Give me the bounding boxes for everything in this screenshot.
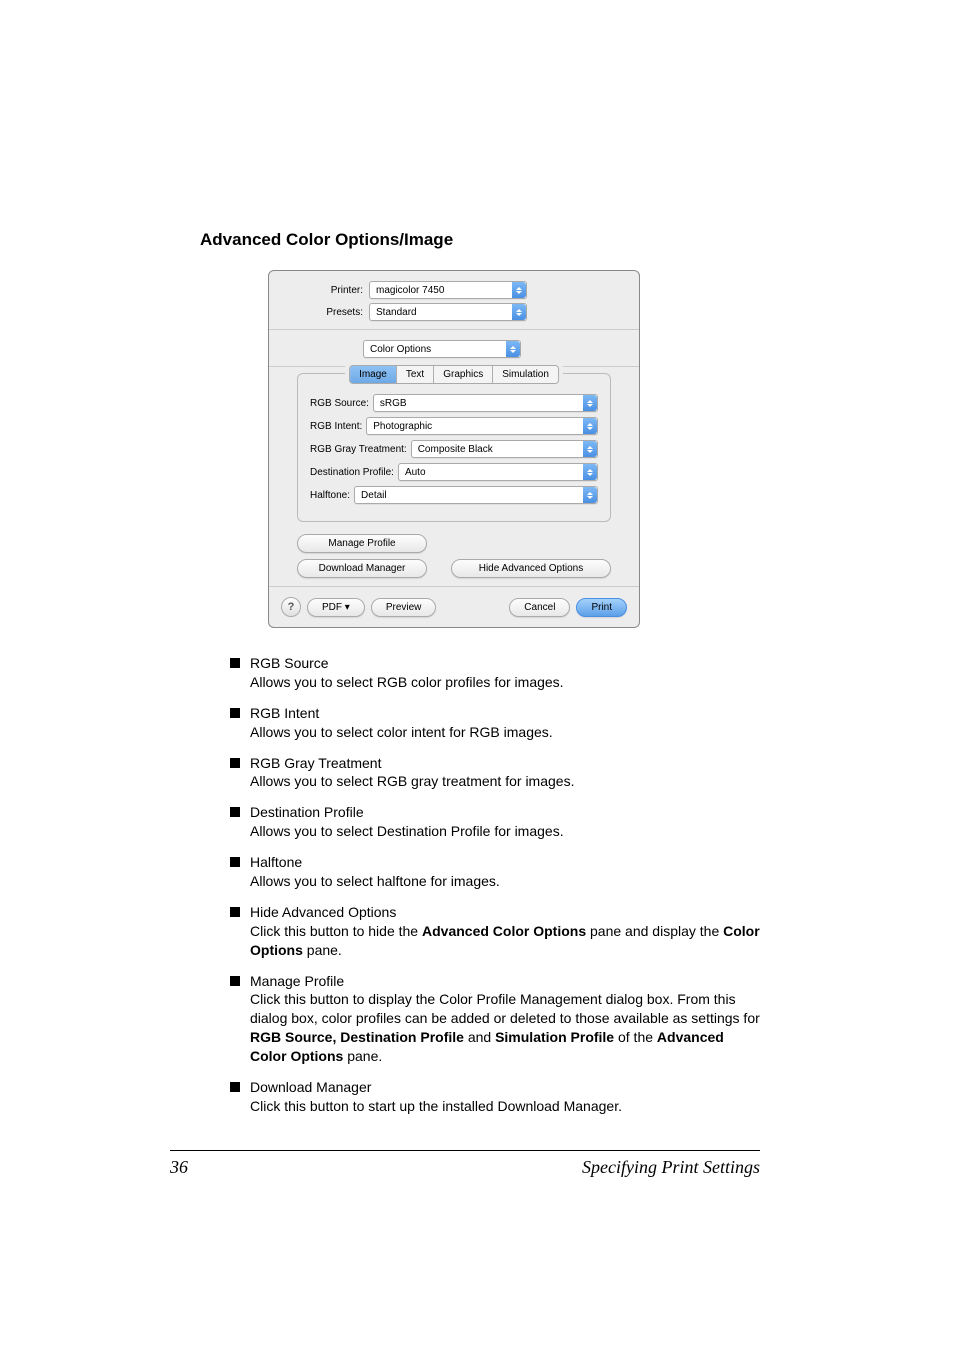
section-heading: Advanced Color Options/Image xyxy=(200,230,760,250)
term: Download Manager xyxy=(250,1078,760,1097)
rgb-source-label: RGB Source: xyxy=(310,398,373,409)
chevron-updown-icon xyxy=(512,282,526,298)
term: RGB Source xyxy=(250,654,760,673)
print-button[interactable]: Print xyxy=(576,598,627,617)
destination-profile-label: Destination Profile: xyxy=(310,467,398,478)
bold: RGB Source, Destination Profile xyxy=(250,1029,464,1045)
download-manager-button[interactable]: Download Manager xyxy=(297,559,427,578)
tab-text[interactable]: Text xyxy=(397,366,434,383)
rgb-intent-select[interactable]: Photographic xyxy=(366,417,598,435)
list-item: Hide Advanced Options Click this button … xyxy=(230,903,760,960)
desc: Allows you to select color intent for RG… xyxy=(250,723,760,742)
list-item: Destination Profile Allows you to select… xyxy=(230,803,760,841)
chevron-updown-icon xyxy=(512,304,526,320)
text: pane. xyxy=(303,942,342,958)
tab-image[interactable]: Image xyxy=(350,366,397,383)
desc: Click this button to display the Color P… xyxy=(250,990,760,1066)
print-dialog: Printer: magicolor 7450 Presets: Standar… xyxy=(268,270,640,628)
term: Hide Advanced Options xyxy=(250,903,760,922)
desc: Allows you to select halftone for images… xyxy=(250,872,760,891)
rgb-source-value: sRGB xyxy=(380,398,583,409)
desc: Allows you to select RGB color profiles … xyxy=(250,673,760,692)
presets-value: Standard xyxy=(376,307,512,318)
text: of the xyxy=(614,1029,657,1045)
text: Click this button to display the Color P… xyxy=(250,991,760,1026)
help-button[interactable]: ? xyxy=(281,597,301,617)
bold: Advanced Color Options xyxy=(422,923,586,939)
rgb-intent-value: Photographic xyxy=(373,421,583,432)
rgb-source-select[interactable]: sRGB xyxy=(373,394,598,412)
tab-graphics[interactable]: Graphics xyxy=(434,366,493,383)
desc: Allows you to select Destination Profile… xyxy=(250,822,760,841)
term: Manage Profile xyxy=(250,972,760,991)
printer-value: magicolor 7450 xyxy=(376,285,512,296)
hide-advanced-options-button[interactable]: Hide Advanced Options xyxy=(451,559,611,578)
term: RGB Gray Treatment xyxy=(250,754,760,773)
pdf-menu-button[interactable]: PDF ▾ xyxy=(307,598,365,617)
text: pane. xyxy=(343,1048,382,1064)
term: Halftone xyxy=(250,853,760,872)
list-item: RGB Intent Allows you to select color in… xyxy=(230,704,760,742)
page-footer: 36 Specifying Print Settings xyxy=(170,1150,760,1178)
halftone-value: Detail xyxy=(361,490,583,501)
tab-segmented-control[interactable]: Image Text Graphics Simulation xyxy=(349,365,559,384)
destination-profile-select[interactable]: Auto xyxy=(398,463,598,481)
panel-select[interactable]: Color Options xyxy=(363,340,521,358)
page-section-title: Specifying Print Settings xyxy=(582,1157,760,1178)
page-number: 36 xyxy=(170,1157,188,1178)
halftone-select[interactable]: Detail xyxy=(354,486,598,504)
rgb-gray-value: Composite Black xyxy=(418,444,583,455)
chevron-updown-icon xyxy=(583,441,597,457)
chevron-updown-icon xyxy=(583,418,597,434)
chevron-updown-icon xyxy=(583,464,597,480)
term: Destination Profile xyxy=(250,803,760,822)
desc: Click this button to start up the instal… xyxy=(250,1097,760,1116)
printer-label: Printer: xyxy=(283,285,369,296)
manage-profile-button[interactable]: Manage Profile xyxy=(297,534,427,553)
chevron-updown-icon xyxy=(583,395,597,411)
desc: Click this button to hide the Advanced C… xyxy=(250,922,760,960)
presets-select[interactable]: Standard xyxy=(369,303,527,321)
list-item: RGB Gray Treatment Allows you to select … xyxy=(230,754,760,792)
list-item: RGB Source Allows you to select RGB colo… xyxy=(230,654,760,692)
rgb-gray-label: RGB Gray Treatment: xyxy=(310,444,411,455)
cancel-button[interactable]: Cancel xyxy=(509,598,570,617)
list-item: Manage Profile Click this button to disp… xyxy=(230,972,760,1066)
text: Click this button to hide the xyxy=(250,923,422,939)
text: pane and display the xyxy=(586,923,723,939)
chevron-updown-icon xyxy=(506,341,520,357)
bold: Simulation Profile xyxy=(495,1029,614,1045)
presets-label: Presets: xyxy=(283,307,369,318)
text: and xyxy=(464,1029,495,1045)
rgb-gray-select[interactable]: Composite Black xyxy=(411,440,598,458)
panel-value: Color Options xyxy=(370,344,506,355)
halftone-label: Halftone: xyxy=(310,490,354,501)
chevron-updown-icon xyxy=(583,487,597,503)
list-item: Download Manager Click this button to st… xyxy=(230,1078,760,1116)
tab-simulation[interactable]: Simulation xyxy=(493,366,558,383)
list-item: Halftone Allows you to select halftone f… xyxy=(230,853,760,891)
desc: Allows you to select RGB gray treatment … xyxy=(250,772,760,791)
printer-select[interactable]: magicolor 7450 xyxy=(369,281,527,299)
rgb-intent-label: RGB Intent: xyxy=(310,421,366,432)
preview-button[interactable]: Preview xyxy=(371,598,437,617)
term: RGB Intent xyxy=(250,704,760,723)
definitions-list: RGB Source Allows you to select RGB colo… xyxy=(230,654,760,1116)
color-options-group: Image Text Graphics Simulation RGB Sourc… xyxy=(297,373,611,522)
destination-profile-value: Auto xyxy=(405,467,583,478)
